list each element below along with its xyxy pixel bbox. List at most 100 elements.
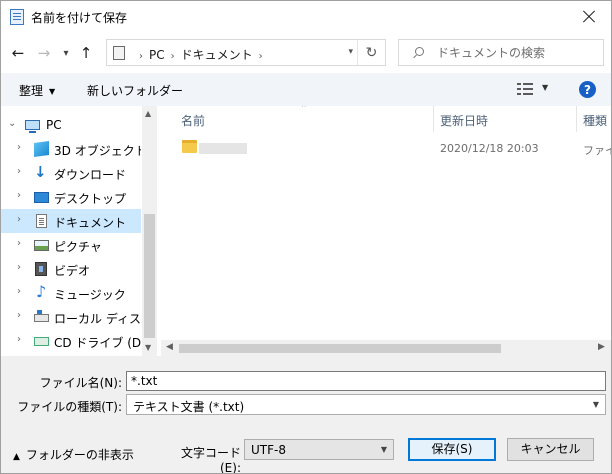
table-row[interactable]: 2020/12/18 20:03 ファイル xyxy=(161,138,611,160)
tree-item-videos[interactable]: › ビデオ xyxy=(1,257,141,281)
scroll-thumb[interactable] xyxy=(144,214,155,338)
tree-item-pc[interactable]: ⌄ PC xyxy=(1,113,141,137)
chevron-down-icon: ▼ xyxy=(380,445,387,454)
up-arrow-icon[interactable]: ↑ xyxy=(75,42,97,64)
tree-item-label: ダウンロード xyxy=(54,168,127,182)
notepad-icon xyxy=(10,9,24,25)
chevron-up-icon: ▲ xyxy=(13,452,20,462)
command-toolbar: 整理 ▼ 新しいフォルダー ▼ ? xyxy=(1,73,611,106)
disk-icon xyxy=(34,310,49,322)
close-button[interactable] xyxy=(577,5,601,29)
encoding-select[interactable]: UTF-8 ▼ xyxy=(244,439,394,460)
encoding-value: UTF-8 xyxy=(251,443,286,457)
tree-item-label: 3D オブジェクト xyxy=(54,144,141,158)
file-name xyxy=(199,143,247,154)
recent-locations-icon[interactable]: ▾ xyxy=(59,42,73,64)
tree-item-label: CD ドライブ (D:) C xyxy=(54,336,141,350)
document-icon xyxy=(36,214,47,228)
filetype-value: テキスト文書 (*.txt) xyxy=(133,400,245,414)
save-button[interactable]: 保存(S) xyxy=(408,438,496,461)
view-dropdown-icon[interactable]: ▼ xyxy=(542,83,548,92)
address-dropdown-icon[interactable]: ▾ xyxy=(348,47,353,57)
cancel-button[interactable]: キャンセル xyxy=(507,438,594,461)
breadcrumb-documents[interactable]: ドキュメント xyxy=(181,48,253,62)
collapsed-arrow-icon[interactable]: › xyxy=(17,190,21,201)
collapsed-arrow-icon[interactable]: › xyxy=(17,310,21,321)
filetype-label: ファイルの種類(T): xyxy=(17,400,122,414)
back-arrow-icon[interactable]: ← xyxy=(7,42,29,64)
address-path: › PC › ドキュメント › xyxy=(133,46,269,63)
collapsed-arrow-icon[interactable]: › xyxy=(17,286,21,297)
navigation-pane[interactable]: ⌄ PC › 3D オブジェクト › ↓ ダウンロード › デスクトップ › ド… xyxy=(1,106,157,356)
tree-item-cd-drive[interactable]: › CD ドライブ (D:) C xyxy=(1,329,141,353)
file-type: ファイル xyxy=(583,144,611,157)
chevron-right-icon: › xyxy=(139,51,143,62)
file-date: 2020/12/18 20:03 xyxy=(440,142,539,155)
scroll-up-icon[interactable]: ▲ xyxy=(145,109,151,118)
filetype-select[interactable]: テキスト文書 (*.txt) ▼ xyxy=(126,394,606,415)
search-icon xyxy=(415,47,424,56)
location-icon xyxy=(113,46,125,60)
tree-item-label: PC xyxy=(46,118,62,132)
collapsed-arrow-icon[interactable]: › xyxy=(17,238,21,249)
tree-item-downloads[interactable]: › ↓ ダウンロード xyxy=(1,161,141,185)
new-folder-button[interactable]: 新しいフォルダー xyxy=(87,82,183,99)
chevron-right-icon: › xyxy=(170,51,175,62)
pc-icon xyxy=(25,120,40,133)
picture-icon xyxy=(34,240,49,251)
tree-item-label: ビデオ xyxy=(54,264,91,278)
scroll-thumb[interactable] xyxy=(179,344,501,353)
music-icon: ♪ xyxy=(36,282,47,301)
collapsed-arrow-icon[interactable]: › xyxy=(17,334,21,345)
search-input[interactable] xyxy=(435,44,595,62)
refresh-icon[interactable]: ↻ xyxy=(357,40,385,65)
video-icon xyxy=(35,262,47,276)
desktop-icon xyxy=(34,192,49,203)
forward-arrow-icon[interactable]: → xyxy=(33,42,55,64)
chevron-down-icon: ▼ xyxy=(592,400,599,409)
tree-item-label: ミュージック xyxy=(54,288,126,302)
tree-item-music[interactable]: › ♪ ミュージック xyxy=(1,281,141,305)
breadcrumb-pc[interactable]: PC xyxy=(149,48,165,62)
tree-item-3d-objects[interactable]: › 3D オブジェクト xyxy=(1,137,141,161)
column-divider[interactable] xyxy=(576,106,577,132)
scroll-down-icon[interactable]: ▼ xyxy=(145,343,151,352)
folder-icon xyxy=(182,140,197,153)
help-icon[interactable]: ? xyxy=(579,81,596,98)
collapsed-arrow-icon[interactable]: › xyxy=(17,214,21,225)
column-header-type[interactable]: 種類 xyxy=(583,106,607,132)
save-options: ファイル名(N): ファイルの種類(T): テキスト文書 (*.txt) ▼ ▲… xyxy=(1,356,611,473)
column-header-name[interactable]: 名前 xyxy=(181,106,205,132)
navigation-scrollbar[interactable]: ▲ ▼ xyxy=(142,106,157,356)
tree-item-documents[interactable]: › ドキュメント xyxy=(1,209,141,233)
search-box[interactable] xyxy=(398,39,604,66)
3d-objects-icon xyxy=(34,140,49,158)
file-list[interactable]: ⌃ 名前 更新日時 種類 2020/12/18 20:03 ファイル ◀ ▶ xyxy=(161,106,611,356)
view-options-icon[interactable] xyxy=(517,83,535,95)
title-bar: 名前を付けて保存 xyxy=(1,1,611,32)
tree-item-desktop[interactable]: › デスクトップ xyxy=(1,185,141,209)
tree-item-label: ローカル ディスク (C xyxy=(54,312,141,326)
navigation-bar: ← → ▾ ↑ › PC › ドキュメント › ▾ ↻ xyxy=(1,32,611,73)
column-header-date[interactable]: 更新日時 xyxy=(440,106,488,132)
organize-label: 整理 xyxy=(19,84,44,98)
window-title: 名前を付けて保存 xyxy=(31,11,128,25)
chevron-right-icon[interactable]: › xyxy=(259,51,263,62)
tree-item-label: デスクトップ xyxy=(54,192,127,206)
column-divider[interactable] xyxy=(433,106,434,132)
collapsed-arrow-icon[interactable]: › xyxy=(17,142,21,153)
expanded-arrow-icon[interactable]: ⌄ xyxy=(8,118,16,129)
address-bar[interactable]: › PC › ドキュメント › ▾ ↻ xyxy=(106,39,386,66)
caret-down-icon: ▼ xyxy=(49,87,56,96)
tree-item-pictures[interactable]: › ピクチャ xyxy=(1,233,141,257)
scroll-right-icon[interactable]: ▶ xyxy=(598,342,605,352)
hide-folders-button[interactable]: ▲ フォルダーの非表示 xyxy=(13,446,134,463)
collapsed-arrow-icon[interactable]: › xyxy=(17,262,21,273)
scroll-left-icon[interactable]: ◀ xyxy=(166,342,173,352)
organize-button[interactable]: 整理 ▼ xyxy=(19,82,55,99)
tree-item-local-disk[interactable]: › ローカル ディスク (C xyxy=(1,305,141,329)
hide-folders-label: フォルダーの非表示 xyxy=(25,448,134,462)
file-list-scrollbar[interactable]: ◀ ▶ xyxy=(161,340,611,356)
collapsed-arrow-icon[interactable]: › xyxy=(17,166,21,177)
filename-input[interactable] xyxy=(126,371,606,391)
